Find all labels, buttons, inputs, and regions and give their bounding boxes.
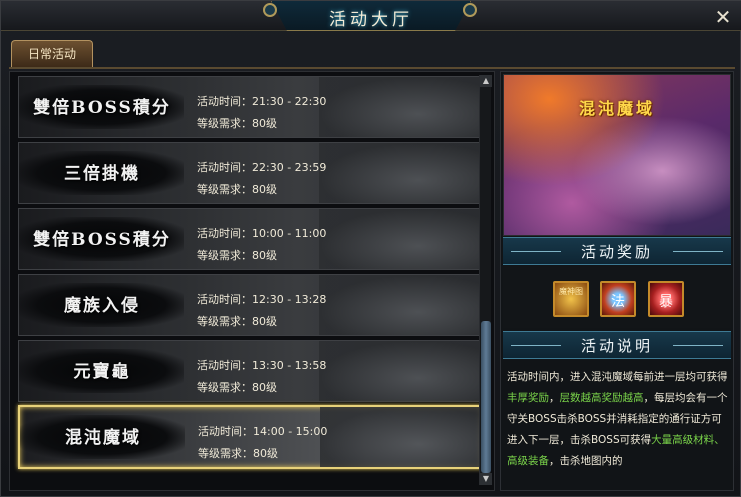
reward-scroll-icon[interactable]: 魔神图 (553, 281, 589, 317)
activity-time: 活动时间：14:00 - 15:00 (198, 425, 328, 438)
rewards-header: 活动奖励 (503, 237, 731, 265)
tab-divider (9, 67, 735, 69)
reward-label: 暴 (659, 294, 673, 310)
row-scenery-image (319, 77, 482, 137)
activity-level: 等级需求：80级 (197, 117, 277, 130)
activity-name: 雙倍BOSS積分 (33, 98, 171, 118)
activity-name: 雙倍BOSS積分 (33, 230, 171, 250)
activity-level: 等级需求：80级 (197, 315, 277, 328)
activity-hall-window: 活动大厅 ✕ 日常活动 雙倍BOSS積分 活动时间：21:30 - 22:30 … (0, 0, 741, 497)
activity-info: 活动时间：22:30 - 23:59 等级需求：80级 (197, 157, 326, 201)
activity-row[interactable]: 魔族入侵 活动时间：12:30 - 13:28 等级需求：80级 (18, 274, 483, 336)
description-highlight: 丰厚奖励 (507, 392, 549, 404)
activity-name: 元寶龜 (73, 362, 131, 382)
row-scenery-image (320, 407, 481, 467)
activity-list-scrollbar[interactable]: ▲ ▼ (479, 75, 492, 485)
activity-level: 等级需求：80级 (197, 381, 277, 394)
row-scenery-image (319, 275, 482, 335)
activity-row[interactable]: 三倍掛機 活动时间：22:30 - 23:59 等级需求：80级 (18, 142, 483, 204)
reward-red-orb-icon[interactable]: 暴 (648, 281, 684, 317)
activity-list-panel: 雙倍BOSS積分 活动时间：21:30 - 22:30 等级需求：80级 三倍掛… (9, 71, 495, 491)
activity-info: 活动时间：21:30 - 22:30 等级需求：80级 (197, 91, 326, 135)
activity-info: 活动时间：12:30 - 13:28 等级需求：80级 (197, 289, 326, 333)
reward-label: 法 (611, 294, 625, 310)
row-scenery-image (319, 341, 482, 401)
banner-title: 混沌魔域 (578, 99, 655, 118)
scroll-up-arrow-icon[interactable]: ▲ (480, 75, 492, 87)
row-scenery-image (319, 209, 482, 269)
activity-time: 活动时间：22:30 - 23:59 (197, 161, 327, 174)
close-icon[interactable]: ✕ (713, 7, 733, 27)
description-text: 活动时间内，进入混沌魔域每前进一层均可获得 (507, 371, 728, 383)
scroll-thumb[interactable] (481, 321, 491, 473)
row-scenery-image (319, 143, 482, 203)
rewards-row: 魔神图 法 暴 (503, 266, 731, 328)
activity-level: 等级需求：80级 (197, 183, 277, 196)
tab-daily-activities[interactable]: 日常活动 (11, 40, 93, 67)
reward-blue-orb-icon[interactable]: 法 (600, 281, 636, 317)
activity-level: 等级需求：80级 (197, 249, 277, 262)
activity-row[interactable]: 元寶龜 活动时间：13:30 - 13:58 等级需求：80级 (18, 340, 483, 402)
scroll-down-arrow-icon[interactable]: ▼ (480, 473, 492, 485)
window-title: 活动大厅 (329, 10, 413, 30)
description-text: ， (549, 392, 560, 404)
description-highlight: 层数越高奖励越高 (559, 392, 644, 404)
description-header-label: 活动说明 (580, 337, 653, 355)
activity-time: 活动时间：13:30 - 13:58 (197, 359, 327, 372)
activity-time: 活动时间：10:00 - 11:00 (197, 227, 327, 240)
description-text: ，击杀地图内的 (549, 455, 623, 467)
description-header: 活动说明 (503, 331, 731, 359)
activity-info: 活动时间：14:00 - 15:00 等级需求：80级 (198, 421, 327, 465)
rewards-header-label: 活动奖励 (580, 243, 653, 261)
activity-time: 活动时间：21:30 - 22:30 (197, 95, 327, 108)
reward-label: 魔神图 (559, 287, 583, 296)
activity-level: 等级需求：80级 (198, 447, 278, 460)
activity-info: 活动时间：13:30 - 13:58 等级需求：80级 (197, 355, 326, 399)
activity-time: 活动时间：12:30 - 13:28 (197, 293, 327, 306)
activity-row[interactable]: 雙倍BOSS積分 活动时间：10:00 - 11:00 等级需求：80级 (18, 208, 483, 270)
activity-row[interactable]: 雙倍BOSS積分 活动时间：21:30 - 22:30 等级需求：80级 (18, 76, 483, 138)
activity-description: 活动时间内，进入混沌魔域每前进一层均可获得丰厚奖励，层数越高奖励越高，每层均会有… (507, 367, 729, 485)
activity-info: 活动时间：10:00 - 11:00 等级需求：80级 (197, 223, 326, 267)
activity-row-selected[interactable]: 混沌魔域 活动时间：14:00 - 15:00 等级需求：80级 (18, 405, 483, 469)
activity-name: 混沌魔域 (65, 428, 141, 448)
activity-name: 三倍掛機 (64, 164, 140, 184)
activity-name: 魔族入侵 (64, 296, 140, 316)
